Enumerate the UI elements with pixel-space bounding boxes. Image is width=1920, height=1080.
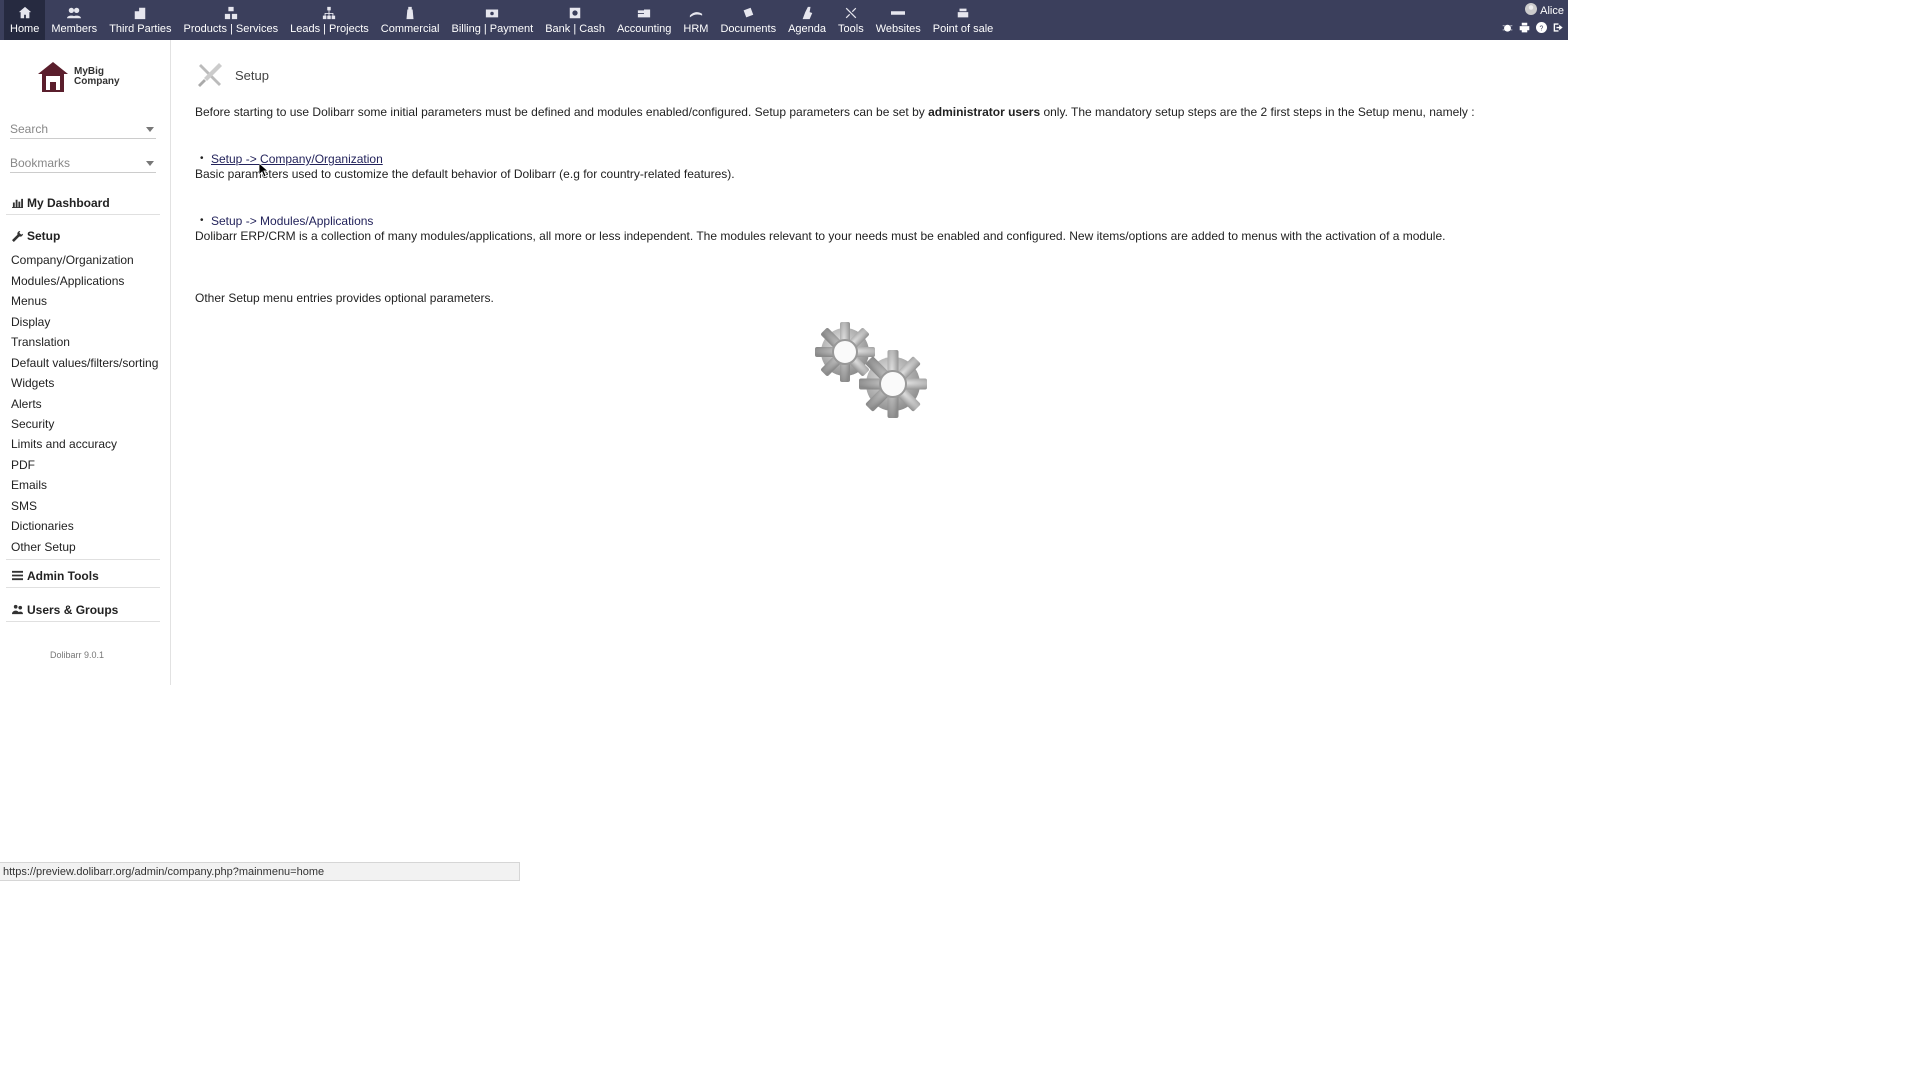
sidebar-item-sms[interactable]: SMS bbox=[11, 499, 37, 513]
bank-icon bbox=[568, 5, 582, 21]
sidebar-users-groups[interactable]: Users & Groups bbox=[6, 598, 160, 622]
top-menu: Home Members Third Parties Products | Se… bbox=[4, 0, 999, 40]
company-logo[interactable]: MyBig Company bbox=[36, 60, 120, 94]
chevron-down-icon bbox=[146, 126, 154, 132]
step2-description: Dolibarr ERP/CRM is a collection of many… bbox=[195, 229, 1446, 243]
hrm-icon bbox=[689, 5, 703, 21]
sidebar-item-pdf[interactable]: PDF bbox=[11, 458, 35, 472]
sidebar-item-emails[interactable]: Emails bbox=[11, 478, 47, 492]
menu-accounting[interactable]: Accounting bbox=[611, 0, 677, 40]
sidebar-item-menus[interactable]: Menus bbox=[11, 294, 47, 308]
logout-icon[interactable] bbox=[1553, 22, 1564, 36]
page-header: Setup bbox=[195, 60, 269, 90]
setup-tools-icon bbox=[198, 63, 222, 87]
bookmarks-field[interactable]: Bookmarks bbox=[10, 154, 156, 173]
help-icon[interactable]: ? bbox=[1536, 22, 1547, 36]
menu-products-services[interactable]: Products | Services bbox=[178, 0, 285, 40]
company-name: MyBig Company bbox=[74, 66, 120, 87]
chevron-down-icon bbox=[146, 160, 154, 166]
websites-icon bbox=[891, 5, 906, 21]
page-title: Setup bbox=[235, 67, 269, 83]
user-avatar-icon bbox=[1525, 3, 1538, 18]
house-logo-icon bbox=[38, 62, 68, 92]
sidebar-my-dashboard[interactable]: My Dashboard bbox=[6, 191, 160, 215]
user-name: Alice bbox=[1540, 4, 1564, 17]
sidebar-admin-tools[interactable]: Admin Tools bbox=[6, 564, 160, 588]
sidebar-item-alerts[interactable]: Alerts bbox=[11, 397, 42, 411]
top-tool-icons: ? bbox=[1502, 22, 1564, 36]
sidebar-item-default-values[interactable]: Default values/filters/sorting bbox=[11, 356, 158, 370]
sidebar-item-security[interactable]: Security bbox=[11, 417, 54, 431]
menu-billing-payment[interactable]: Billing | Payment bbox=[445, 0, 539, 40]
left-menu: MyBig Company Search Bookmarks My Dashbo… bbox=[0, 40, 171, 685]
users-icon bbox=[12, 604, 23, 615]
intro-bold: administrator users bbox=[928, 105, 1041, 119]
menu-tools[interactable]: Tools bbox=[832, 0, 870, 40]
sidebar-item-other-setup[interactable]: Other Setup bbox=[11, 540, 76, 554]
user-menu[interactable]: Alice bbox=[1525, 3, 1564, 18]
sidebar-item-company-organization[interactable]: Company/Organization bbox=[11, 253, 134, 267]
gears-icon bbox=[815, 322, 930, 425]
step1-link[interactable]: Setup -> Company/Organization bbox=[211, 152, 383, 166]
chart-icon bbox=[12, 198, 23, 208]
sidebar-item-limits-accuracy[interactable]: Limits and accuracy bbox=[11, 437, 117, 451]
sidebar-item-translation[interactable]: Translation bbox=[11, 335, 70, 349]
suitcase-icon bbox=[403, 5, 417, 21]
menu-documents[interactable]: Documents bbox=[714, 0, 782, 40]
divider bbox=[6, 559, 160, 560]
sidebar-item-display[interactable]: Display bbox=[11, 315, 50, 329]
search-placeholder: Search bbox=[10, 122, 49, 136]
cash-register-icon bbox=[956, 5, 970, 21]
cubes-icon bbox=[224, 5, 238, 21]
status-bar-url: https://preview.dolibarr.org/admin/compa… bbox=[0, 862, 520, 881]
sidebar-item-dictionaries[interactable]: Dictionaries bbox=[11, 519, 74, 533]
step1-description: Basic parameters used to customize the d… bbox=[195, 167, 735, 181]
intro-text: Before starting to use Dolibarr some ini… bbox=[195, 105, 1475, 119]
bug-icon[interactable] bbox=[1502, 22, 1513, 36]
agenda-icon bbox=[800, 5, 814, 21]
documents-icon bbox=[741, 5, 755, 21]
sidebar-setup[interactable]: Setup bbox=[6, 224, 160, 248]
menu-point-of-sale[interactable]: Point of sale bbox=[927, 0, 1000, 40]
menu-leads-projects[interactable]: Leads | Projects bbox=[284, 0, 375, 40]
menu-agenda[interactable]: Agenda bbox=[782, 0, 832, 40]
version-label: Dolibarr 9.0.1 bbox=[49, 650, 105, 660]
tools-icon bbox=[844, 5, 858, 21]
wrench-icon bbox=[12, 230, 23, 242]
menu-websites[interactable]: Websites bbox=[870, 0, 927, 40]
bookmarks-label: Bookmarks bbox=[10, 156, 71, 170]
search-field[interactable]: Search bbox=[10, 120, 156, 139]
building-icon bbox=[133, 5, 147, 21]
coins-icon bbox=[637, 5, 651, 21]
menu-home[interactable]: Home bbox=[4, 0, 46, 40]
home-icon bbox=[18, 5, 32, 21]
menu-bank-cash[interactable]: Bank | Cash bbox=[539, 0, 611, 40]
other-setup-text: Other Setup menu entries provides option… bbox=[195, 291, 494, 305]
sidebar-item-widgets[interactable]: Widgets bbox=[11, 376, 54, 390]
members-icon bbox=[67, 5, 82, 21]
step2-link[interactable]: Setup -> Modules/Applications bbox=[211, 214, 373, 228]
mouse-cursor-icon bbox=[258, 162, 270, 180]
sitemap-icon bbox=[322, 5, 336, 21]
menu-members[interactable]: Members bbox=[45, 0, 103, 40]
menu-hrm[interactable]: HRM bbox=[677, 0, 714, 40]
bullet: • bbox=[200, 153, 204, 164]
svg-text:?: ? bbox=[1539, 25, 1543, 32]
menu-third-parties[interactable]: Third Parties bbox=[103, 0, 177, 40]
print-icon[interactable] bbox=[1519, 22, 1530, 36]
list-icon bbox=[12, 570, 23, 581]
menu-commercial[interactable]: Commercial bbox=[375, 0, 446, 40]
bullet: • bbox=[200, 215, 204, 226]
top-menu-bar: Home Members Third Parties Products | Se… bbox=[0, 0, 1568, 40]
sidebar-item-modules-applications[interactable]: Modules/Applications bbox=[11, 274, 124, 288]
money-icon bbox=[485, 5, 499, 21]
